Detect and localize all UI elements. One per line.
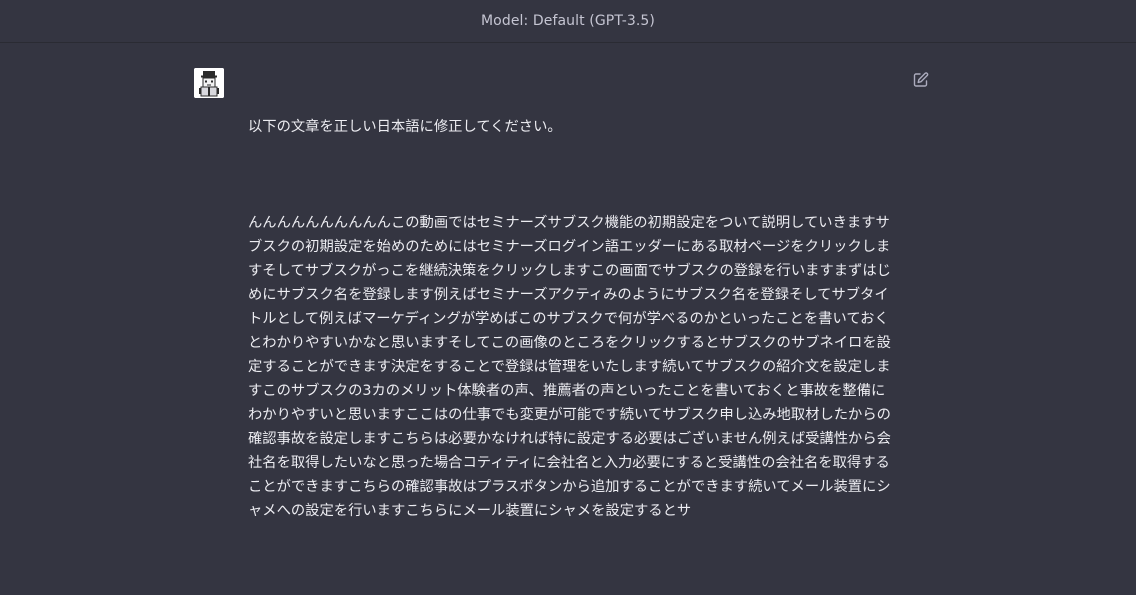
model-label: Model: Default (GPT-3.5) — [480, 13, 655, 29]
message-paragraph: 以下の文章を正しい日本語に修正してください。 — [248, 119, 562, 135]
user-message-row: 以下の文章を正しい日本語に修正してください。 んんんんんんんんんんこの動画ではセ… — [0, 43, 1136, 519]
edit-icon[interactable] — [912, 71, 930, 89]
message-text: 以下の文章を正しい日本語に修正してください。 んんんんんんんんんんこの動画ではセ… — [248, 67, 898, 595]
top-bar: Model: Default (GPT-3.5) — [0, 0, 1136, 43]
message-paragraph: んんんんんんんんんんこの動画ではセミナーズサブスク機能の初期設定をついて説明して… — [248, 215, 891, 519]
user-avatar-icon — [194, 68, 224, 98]
